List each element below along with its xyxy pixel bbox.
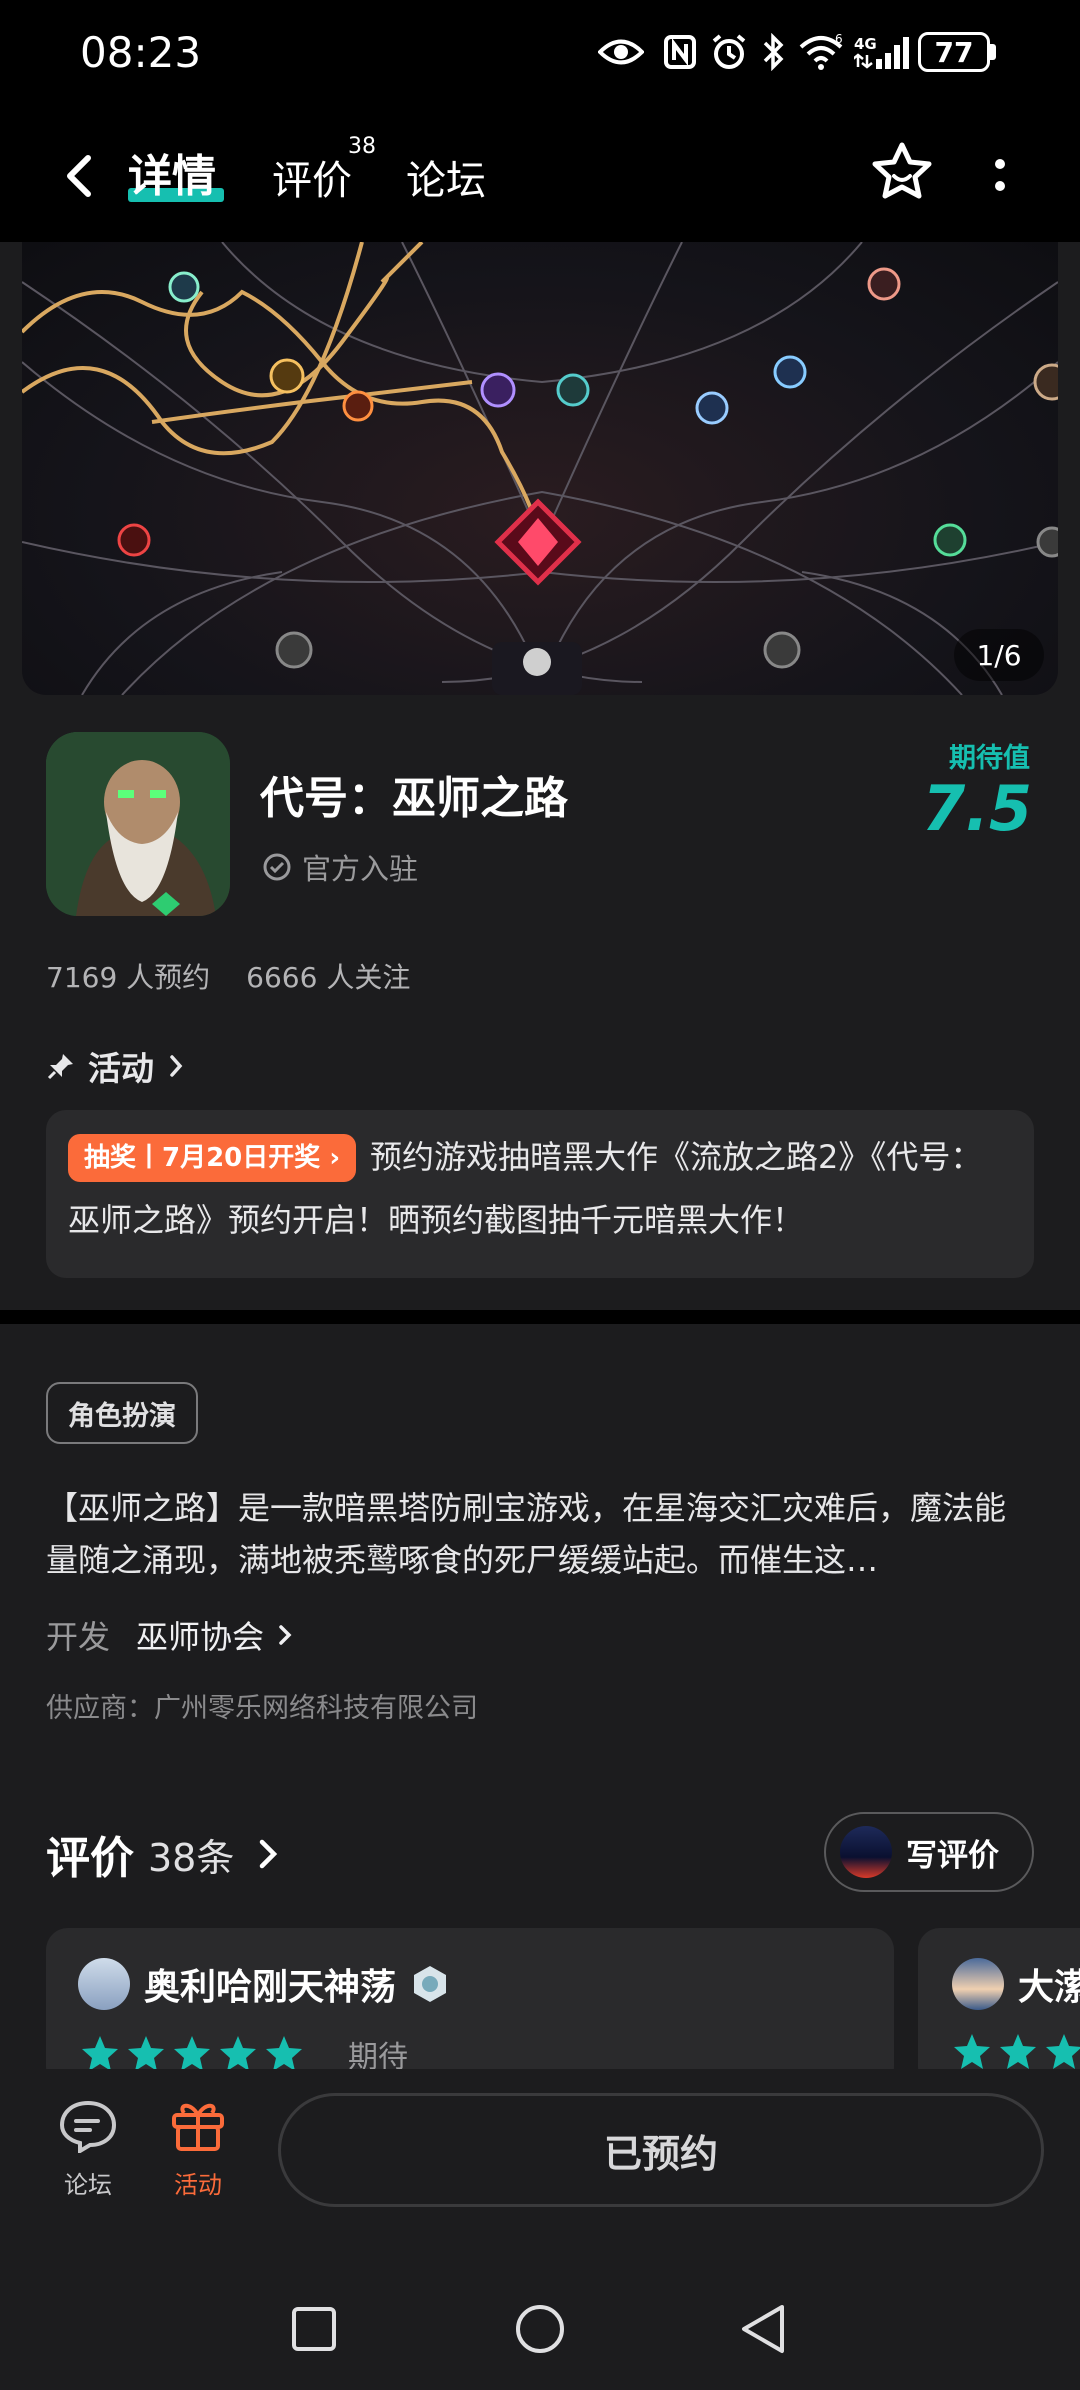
avatar (78, 1958, 130, 2010)
bottom-activity-button[interactable]: 活动 (168, 2097, 228, 2200)
status-time: 08:23 (80, 28, 202, 77)
battery-tip (990, 44, 996, 60)
write-review-button[interactable]: 写评价 (824, 1812, 1034, 1892)
developer-row[interactable]: 开发 巫师协会 (46, 1612, 298, 1658)
bottom-forum-button[interactable]: 论坛 (58, 2097, 118, 2200)
back-button[interactable] (50, 144, 110, 208)
game-icon[interactable] (46, 732, 230, 916)
alarm-icon (708, 30, 750, 74)
status-bar: 08:23 6 4G 77 (0, 0, 1080, 110)
developer-label: 开发 (46, 1618, 111, 1656)
reviews-title: 评价 (46, 1833, 134, 1884)
review-username: 大潆 (1018, 1967, 1080, 2008)
genre-tag[interactable]: 角色扮演 (46, 1382, 198, 1444)
expectation-score: 7.5 (922, 772, 1032, 845)
recent-apps-button[interactable] (290, 2305, 338, 2357)
favorite-button[interactable] (870, 140, 934, 204)
carousel-counter: 1/6 (954, 629, 1044, 681)
review-card[interactable]: 大潆 (918, 1928, 1080, 2069)
review-user: 奥利哈刚天神荡 (78, 1958, 450, 2010)
developer-name: 巫师协会 (136, 1618, 265, 1656)
nfc-icon (660, 30, 700, 74)
reserved-button[interactable]: 已预约 (278, 2093, 1044, 2207)
expectation-label: 期待值 (949, 743, 1030, 774)
eye-icon (596, 30, 646, 74)
square-icon (292, 2307, 336, 2351)
star-rating (952, 2032, 1080, 2069)
review-user: 大潆 (952, 1958, 1080, 2010)
signal-4g-icon: 4G (854, 30, 910, 74)
content-area: 1/6 代号：巫师之路 官方入驻 期待值 7.5 7169 人预约 6666 人… (0, 242, 1080, 2069)
write-review-label: 写评价 (906, 1837, 999, 1874)
star-rating: 期待 (80, 2032, 408, 2069)
tab-reviews[interactable]: 评价 (272, 148, 352, 206)
game-description[interactable]: 【巫师之路】是一款暗黑塔防刷宝游戏，在星海交汇灾难后，魔法能量随之涌现，满地被秃… (46, 1482, 1036, 1586)
svg-text:6: 6 (835, 33, 843, 46)
supplier-info: 供应商：广州零乐网络科技有限公司 (46, 1693, 478, 1724)
gift-icon (172, 2103, 224, 2151)
activity-header-label: 活动 (88, 1049, 154, 1088)
bottom-activity-label: 活动 (174, 2171, 222, 2199)
chat-bubble-icon (59, 2100, 117, 2155)
chevron-right-icon (279, 1625, 292, 1645)
reviews-section-header[interactable]: 评价 38条 (46, 1822, 286, 1886)
follower-count: 6666 人关注 (246, 961, 411, 994)
wifi-icon: 6 (796, 30, 846, 74)
tab-details[interactable]: 详情 (128, 140, 216, 204)
five-stars-icon (954, 2034, 1080, 2069)
activity-section-header[interactable]: 活动 (46, 1042, 186, 1090)
review-tag: 期待 (348, 2040, 408, 2069)
more-options-button[interactable] (980, 146, 1020, 206)
stats-row: 7169 人预约 6666 人关注 (46, 956, 410, 996)
circle-icon (516, 2305, 564, 2353)
battery-indicator: 77 (918, 32, 990, 72)
bottom-forum-label: 论坛 (64, 2171, 112, 2199)
activity-content: 抽奖丨7月20日开奖 › 预约游戏抽暗黑大作《流放之路2》《代号：巫师之路》预约开… (68, 1126, 1012, 1252)
tab-reviews-count: 38 (348, 134, 376, 159)
system-back-button[interactable] (738, 2303, 790, 2359)
top-nav: 详情 评价 38 论坛 (0, 110, 1080, 242)
lottery-badge[interactable]: 抽奖丨7月20日开奖 › (68, 1134, 357, 1182)
section-divider (0, 1310, 1080, 1324)
level-badge-icon (414, 1966, 447, 2002)
skill-tree-screenshot (22, 242, 1058, 695)
bottom-action-bar: 论坛 活动 已预约 (0, 2069, 1080, 2269)
reservation-count: 7169 人预约 (46, 961, 211, 994)
five-stars-icon (82, 2036, 302, 2069)
wizard-avatar-image (46, 732, 230, 916)
chevron-left-icon (67, 155, 91, 197)
avatar (952, 1958, 1004, 2010)
user-avatar (840, 1826, 892, 1878)
star-icon (872, 142, 932, 199)
bluetooth-icon (758, 30, 788, 74)
verified-badge: 官方入驻 (262, 846, 418, 888)
more-vertical-icon (995, 159, 1005, 191)
verified-label: 官方入驻 (302, 852, 419, 886)
system-navigation-bar (0, 2269, 1080, 2390)
tab-forum[interactable]: 论坛 (406, 148, 486, 206)
svg-text:4G: 4G (854, 35, 877, 53)
chevron-right-icon (170, 1055, 183, 1077)
home-button[interactable] (514, 2303, 566, 2359)
chevron-right-icon (260, 1839, 278, 1869)
tab-details-label: 详情 (128, 151, 216, 202)
screenshot-carousel[interactable]: 1/6 (22, 242, 1058, 695)
review-username: 奥利哈刚天神荡 (144, 1967, 397, 2008)
review-card[interactable]: 奥利哈刚天神荡 期待 (46, 1928, 894, 2069)
pin-icon (47, 1054, 73, 1080)
triangle-back-icon (742, 2305, 784, 2353)
activity-card[interactable]: 抽奖丨7月20日开奖 › 预约游戏抽暗黑大作《流放之路2》《代号：巫师之路》预约开… (46, 1110, 1034, 1278)
reviews-count: 38条 (148, 1835, 235, 1880)
check-circle-icon (263, 853, 291, 881)
game-title: 代号：巫师之路 (260, 773, 568, 824)
